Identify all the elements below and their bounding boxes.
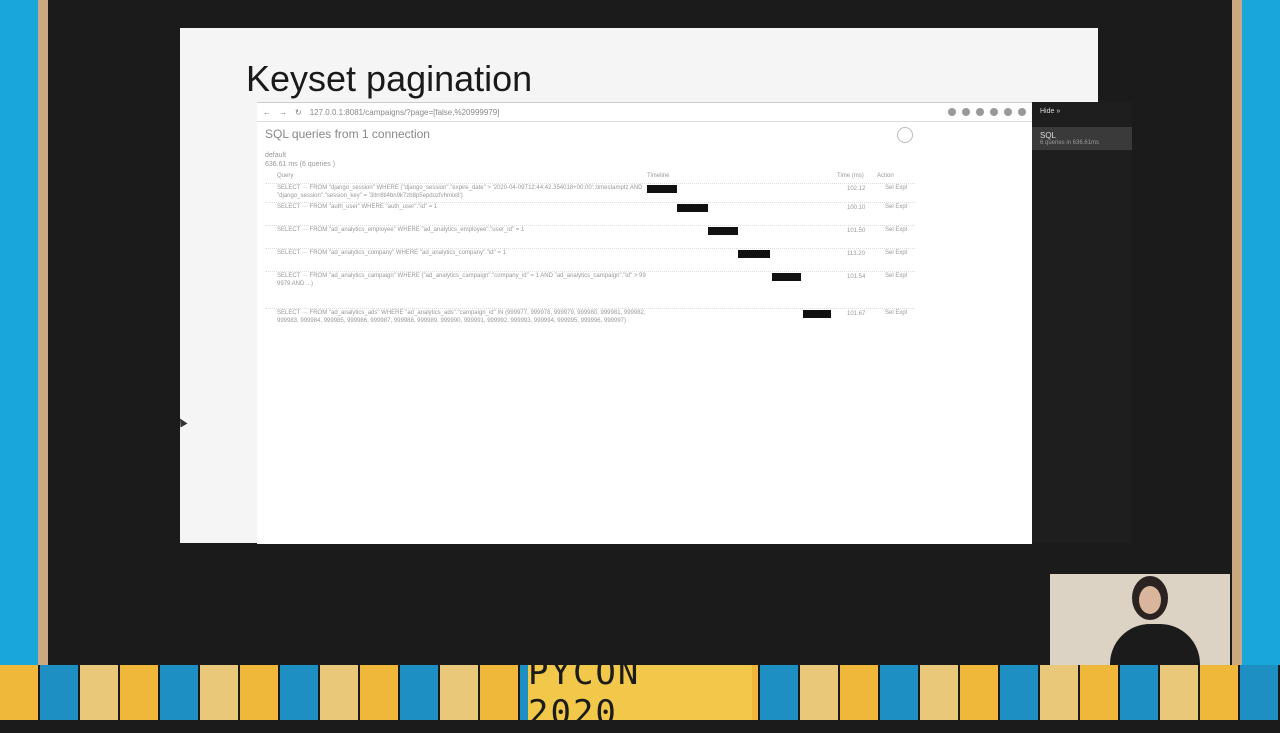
left-border-accent [38,0,48,665]
footer-tile [0,665,40,720]
query-time: 113.20 [847,251,865,257]
query-text[interactable]: SELECT ··· FROM "ad_analytics_ads" WHERE… [265,309,647,325]
url-field[interactable]: 127.0.0.1:8081/campaigns/?page=[false,%2… [310,108,500,117]
footer-tile [360,665,400,720]
footer-tile [760,665,800,720]
extension-icon[interactable] [990,108,998,116]
right-border [1242,0,1280,665]
column-time: Time (ms) [837,173,864,179]
footer-tile [1040,665,1080,720]
query-time: 101.54 [847,274,866,280]
extension-icon[interactable] [962,108,970,116]
query-time: 100.10 [847,205,866,211]
footer-tile [240,665,280,720]
footer-tile [160,665,200,720]
panel-title: SQL queries from 1 connection [265,127,430,141]
timeline-bar [802,310,832,318]
speaker-body [1110,624,1200,666]
hide-toolbar-link[interactable]: Hide » [1032,102,1132,121]
sidebar-item-label: SQL [1040,131,1057,140]
table-header: Query Timeline Time (ms) Action [265,173,915,183]
connection-label: default [265,152,287,159]
table-row: SELECT ··· FROM "ad_analytics_employee" … [265,225,915,248]
presentation-slide: Keyset pagination ← → ↻ 127.0.0.1:8081/c… [180,28,1132,544]
query-actions[interactable]: Sel Expl [885,204,907,211]
query-actions[interactable]: Sel Expl [885,310,907,317]
query-text[interactable]: SELECT ··· FROM "ad_analytics_company" W… [265,249,647,257]
column-timeline: Timeline [647,173,670,179]
footer-tile [1000,665,1040,720]
column-action: Action [877,173,894,179]
footer-tile [840,665,880,720]
speaker-webcam [1050,574,1230,666]
debug-toolbar-sidebar: Hide » SQL 6 queries in 636.61ms [1032,102,1132,543]
right-border-accent [1232,0,1242,665]
query-actions[interactable]: Sel Expl [885,185,907,192]
extension-icon[interactable] [976,108,984,116]
star-icon[interactable] [948,108,956,116]
query-text[interactable]: SELECT ··· FROM "auth_user" WHERE "auth_… [265,203,647,211]
sidebar-item-sub: 6 queries in 636.61ms [1040,140,1100,146]
left-border [0,0,38,665]
table-row: SELECT ··· FROM "ad_analytics_campaign" … [265,271,915,308]
footer-tile [200,665,240,720]
query-time: 101.67 [847,311,866,317]
footer-tile [1240,665,1280,720]
table-row: SELECT ··· FROM "ad_analytics_company" W… [265,248,915,271]
address-bar: ← → ↻ 127.0.0.1:8081/campaigns/?page=[fa… [257,103,1032,122]
reload-icon[interactable]: ↻ [295,108,302,117]
query-actions[interactable]: Sel Expl [885,227,907,234]
summary-text: 636.61 ms (6 queries ) [265,161,336,168]
footer-tile [1200,665,1240,720]
footer-tile [880,665,920,720]
footer-tile [80,665,120,720]
table-row: SELECT ··· FROM "django_session" WHERE (… [265,183,915,202]
queries-table: Query Timeline Time (ms) Action SELECT ·… [265,173,915,339]
column-query: Query [277,173,294,179]
event-name: PYCON 2020 [528,652,641,733]
query-actions[interactable]: Sel Expl [885,250,907,257]
footer-tile [120,665,160,720]
footer-tile [1080,665,1120,720]
query-actions[interactable]: Sel Expl [885,273,907,280]
speaker-face [1139,586,1161,614]
query-text[interactable]: SELECT ··· FROM "django_session" WHERE (… [265,184,647,200]
query-time: 101.50 [847,228,866,234]
slide-title: Keyset pagination [246,58,533,99]
table-row: SELECT ··· FROM "ad_analytics_ads" WHERE… [265,308,915,339]
timeline-bar [738,250,771,258]
footer-tile [40,665,80,720]
forward-icon[interactable]: → [279,108,287,117]
timeline-bar [677,204,708,212]
footer-tile [920,665,960,720]
query-text[interactable]: SELECT ··· FROM "ad_analytics_campaign" … [265,272,647,288]
timeline-bar [647,185,678,193]
back-icon[interactable]: ← [263,108,271,117]
footer-tile [1160,665,1200,720]
footer-tile [280,665,320,720]
timeline-bar [772,273,801,281]
footer-tile [440,665,480,720]
query-time: 102.12 [847,186,866,192]
close-icon[interactable] [897,127,913,143]
timeline-bar [707,227,739,235]
footer-tile [400,665,440,720]
extension-icon[interactable] [1004,108,1012,116]
footer-tile [320,665,360,720]
query-text[interactable]: SELECT ··· FROM "ad_analytics_employee" … [265,226,647,234]
summary: default 636.61 ms (6 queries ) [265,151,335,169]
profile-avatar-icon[interactable] [1018,108,1026,116]
extension-icons [948,108,1032,116]
browser-window: ← → ↻ 127.0.0.1:8081/campaigns/?page=[fa… [257,102,1032,544]
table-row: SELECT ··· FROM "auth_user" WHERE "auth_… [265,202,915,225]
footer-tile [480,665,520,720]
footer-tile [1120,665,1160,720]
footer-tile [960,665,1000,720]
pycon-logo: PYCON 2020 [528,653,752,733]
footer-tile [800,665,840,720]
sidebar-item-sql[interactable]: SQL 6 queries in 636.61ms [1032,127,1132,150]
